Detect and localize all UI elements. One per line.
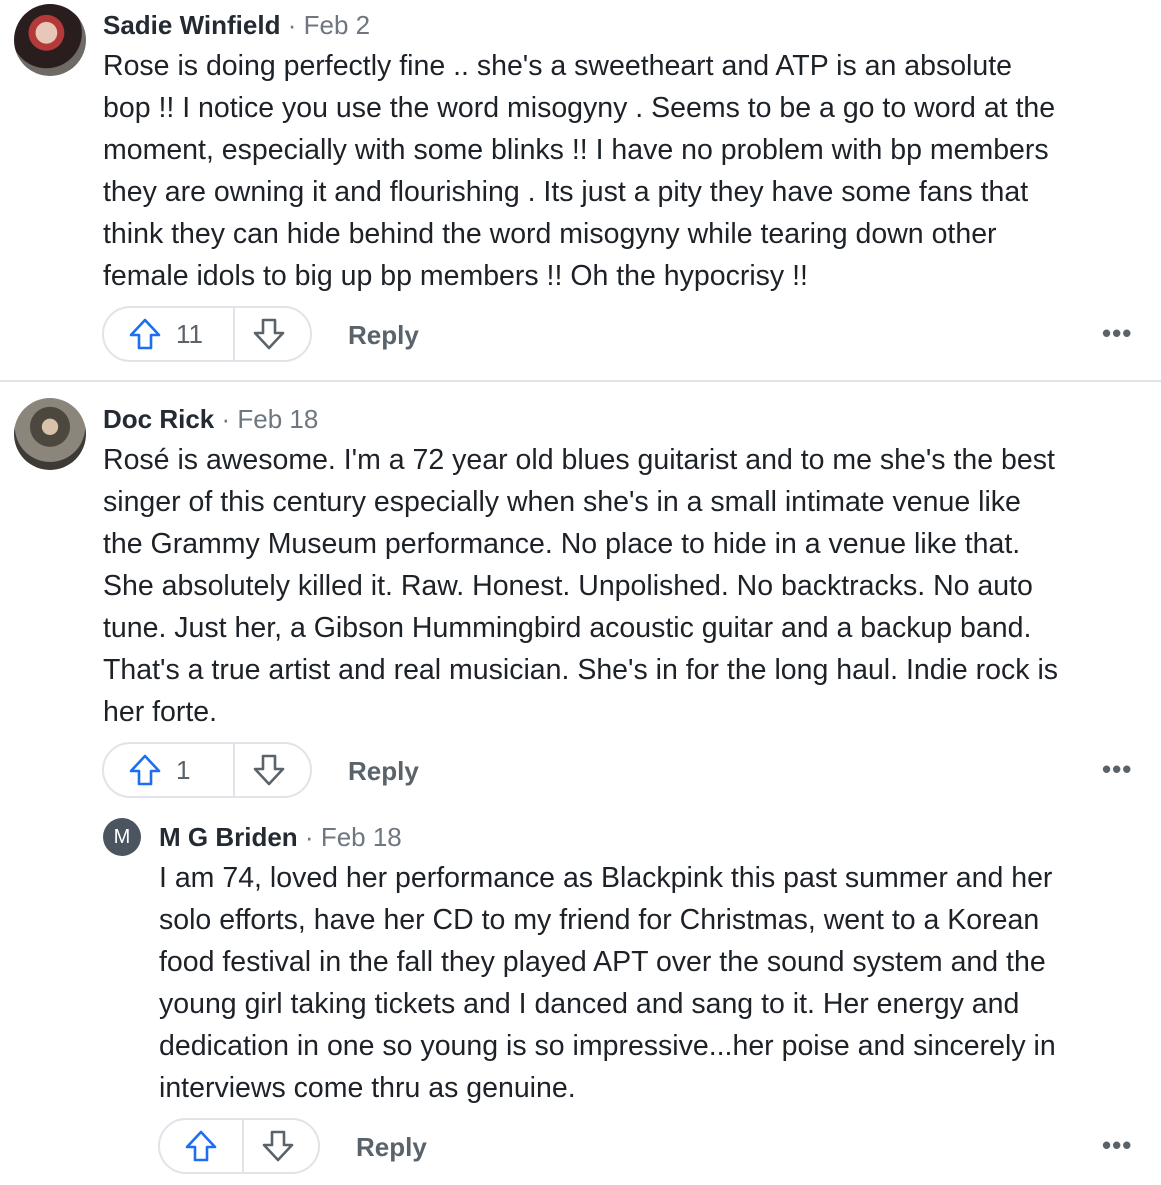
upvote-button[interactable]: 11 xyxy=(104,308,203,360)
vote-divider xyxy=(233,308,235,360)
comment-date: Feb 2 xyxy=(303,10,371,40)
vote-control: 11 xyxy=(102,306,312,362)
comment-date: Feb 18 xyxy=(320,822,402,852)
reply-button[interactable]: Reply xyxy=(348,756,419,787)
comment-body: Rosé is awesome. I'm a 72 year old blues… xyxy=(103,439,1058,733)
arrow-up-icon xyxy=(129,318,161,350)
body-line: food festival in the fall they played AP… xyxy=(159,946,1046,978)
avatar[interactable] xyxy=(14,4,86,76)
meta-separator: · xyxy=(304,822,314,852)
comment-meta: Doc Rick · Feb 18 xyxy=(103,404,318,435)
downvote-button[interactable] xyxy=(252,308,286,360)
body-line: Rose is doing perfectly fine .. she's a … xyxy=(103,50,1012,82)
comment-meta: M G Briden · Feb 18 xyxy=(159,822,402,853)
comment-date: Feb 18 xyxy=(237,404,319,434)
more-options-icon[interactable]: ••• xyxy=(1102,754,1132,785)
more-options-icon[interactable]: ••• xyxy=(1102,1130,1132,1161)
body-line: her forte. xyxy=(103,696,218,728)
upvote-button[interactable]: 1 xyxy=(104,744,190,796)
meta-separator: · xyxy=(287,10,297,40)
vote-control xyxy=(158,1118,320,1174)
body-line: moment, especially with some blinks !! I… xyxy=(103,134,1049,166)
body-line: solo efforts, have her CD to my friend f… xyxy=(159,904,1040,936)
vote-divider xyxy=(242,1120,244,1172)
arrow-up-icon xyxy=(185,1130,217,1162)
arrow-down-icon xyxy=(262,1130,294,1162)
vote-count: 11 xyxy=(176,318,203,349)
body-line: Rosé is awesome. I'm a 72 year old blues… xyxy=(103,444,1055,476)
avatar[interactable] xyxy=(14,398,86,470)
arrow-down-icon xyxy=(253,754,285,786)
body-line: the Grammy Museum performance. No place … xyxy=(103,528,1021,560)
more-options-icon[interactable]: ••• xyxy=(1102,318,1132,349)
upvote-button[interactable] xyxy=(160,1120,232,1172)
body-line: they are owning it and flourishing . Its… xyxy=(103,176,1029,208)
body-line: think they can hide behind the word miso… xyxy=(103,218,997,250)
meta-separator: · xyxy=(221,404,231,434)
body-line: I am 74, loved her performance as Blackp… xyxy=(159,862,1053,894)
body-line: She absolutely killed it. Raw. Honest. U… xyxy=(103,570,1033,602)
body-line: female idols to big up bp members !! Oh … xyxy=(103,260,808,292)
comment-doc-rick: Doc Rick · Feb 18 Rosé is awesome. I'm a… xyxy=(0,382,1161,822)
arrow-up-icon xyxy=(129,754,161,786)
comment-meta: Sadie Winfield · Feb 2 xyxy=(103,10,370,41)
author-name[interactable]: M G Briden xyxy=(159,822,298,852)
author-name[interactable]: Doc Rick xyxy=(103,404,214,434)
body-line: That's a true artist and real musician. … xyxy=(103,654,1059,686)
avatar[interactable]: M xyxy=(103,818,141,856)
body-line: interviews come thru as genuine. xyxy=(159,1072,576,1104)
vote-count: 1 xyxy=(176,754,191,785)
downvote-button[interactable] xyxy=(261,1120,295,1172)
vote-control: 1 xyxy=(102,742,312,798)
comment-m-g-briden: M M G Briden · Feb 18 I am 74, loved her… xyxy=(0,800,1161,1185)
body-line: tune. Just her, a Gibson Hummingbird aco… xyxy=(103,612,1032,644)
comment-sadie-winfield: Sadie Winfield · Feb 2 Rose is doing per… xyxy=(0,0,1161,380)
body-line: singer of this century especially when s… xyxy=(103,486,1021,518)
comment-body: Rose is doing perfectly fine .. she's a … xyxy=(103,45,1055,297)
body-line: bop !! I notice you use the word misogyn… xyxy=(103,92,1056,124)
reply-button[interactable]: Reply xyxy=(356,1132,427,1163)
vote-divider xyxy=(233,744,235,796)
arrow-down-icon xyxy=(253,318,285,350)
reply-button[interactable]: Reply xyxy=(348,320,419,351)
author-name[interactable]: Sadie Winfield xyxy=(103,10,280,40)
downvote-button[interactable] xyxy=(252,744,286,796)
body-line: dedication in one so young is so impress… xyxy=(159,1030,1056,1062)
body-line: young girl taking tickets and I danced a… xyxy=(159,988,1020,1020)
comment-body: I am 74, loved her performance as Blackp… xyxy=(159,857,1056,1109)
